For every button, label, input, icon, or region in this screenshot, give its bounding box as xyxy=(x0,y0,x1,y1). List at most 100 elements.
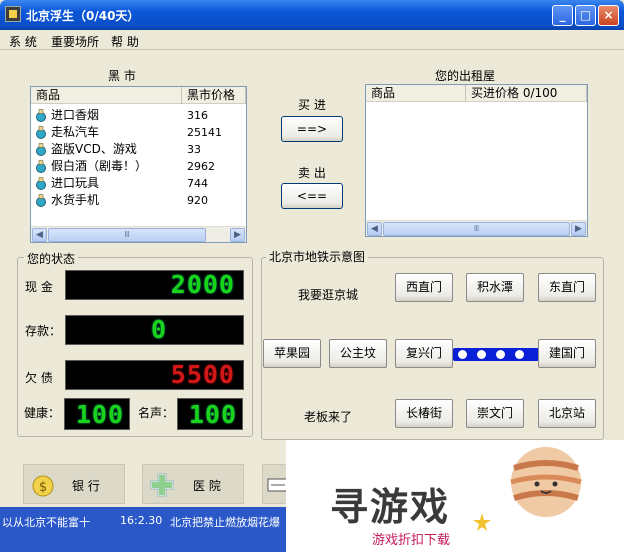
fame-value: 100 xyxy=(188,400,237,429)
station-pingguoyuan[interactable]: 苹果园 xyxy=(263,339,321,368)
debt-label: 欠 债 xyxy=(25,371,53,385)
scroll-thumb[interactable]: Ⅲ xyxy=(383,222,570,236)
horizontal-scrollbar[interactable]: ◀ Ⅲ ▶ xyxy=(366,220,587,236)
maximize-button[interactable]: □ xyxy=(575,5,596,26)
potion-icon xyxy=(36,143,46,156)
item-price: 2962 xyxy=(187,160,215,173)
station-xizhimen[interactable]: 西直门 xyxy=(395,273,453,302)
status-bar-time: 16:2.30 xyxy=(120,514,163,527)
scroll-left-icon[interactable]: ◀ xyxy=(367,222,382,236)
bank-button[interactable]: $ 银 行 xyxy=(23,464,125,504)
station-dongzhimen[interactable]: 东直门 xyxy=(538,273,596,302)
column-buy-price[interactable]: 买进价格 0/100 xyxy=(466,85,587,102)
app-icon xyxy=(5,6,21,22)
station-changchunjie[interactable]: 长椿街 xyxy=(395,399,453,428)
sell-button[interactable]: <== xyxy=(281,183,343,209)
bank-label: 银 行 xyxy=(72,479,100,493)
cash-label: 现 金 xyxy=(25,280,53,294)
health-label: 健康： xyxy=(24,406,61,420)
list-item[interactable]: 进口香烟 316 xyxy=(31,107,246,124)
potion-icon xyxy=(36,126,46,139)
station-jianguomen[interactable]: 建国门 xyxy=(538,339,596,368)
deposit-value: 0 xyxy=(150,315,167,344)
column-goods[interactable]: 商品 xyxy=(366,85,466,102)
health-display: 100 xyxy=(64,398,130,430)
rental-room-title: 您的出租屋 xyxy=(435,69,496,83)
cash-display: 2000 xyxy=(65,270,244,300)
sell-label: 卖 出 xyxy=(298,166,326,180)
fame-display: 100 xyxy=(177,398,243,430)
item-name: 盗版VCD、游戏 xyxy=(51,142,137,156)
planet-mascot-icon xyxy=(510,447,582,517)
deposit-display: 0 xyxy=(65,315,244,345)
list-item[interactable]: 进口玩具 744 xyxy=(31,175,246,192)
deposit-label: 存款： xyxy=(25,324,62,338)
buy-button[interactable]: ==> xyxy=(281,116,343,142)
fame-label: 名声： xyxy=(138,406,175,420)
station-jishuitan[interactable]: 积水潭 xyxy=(466,273,524,302)
item-name: 走私汽车 xyxy=(51,125,100,139)
minimize-button[interactable]: _ xyxy=(552,5,573,26)
black-market-header: 商品 黑市价格 xyxy=(31,87,246,104)
subway-prompt: 我要逛京城 xyxy=(298,288,359,302)
list-item[interactable]: 假白酒（剧毒！） 2962 xyxy=(31,158,246,175)
item-name: 进口玩具 xyxy=(51,176,100,190)
watermark-subtitle: 游戏折扣下载 xyxy=(372,533,451,548)
item-price: 316 xyxy=(187,109,208,122)
station-beijingzhan[interactable]: 北京站 xyxy=(538,399,596,428)
health-value: 100 xyxy=(75,400,124,429)
list-item[interactable]: 走私汽车 25141 xyxy=(31,124,246,141)
subway-map-title: 北京市地铁示意图 xyxy=(266,248,369,265)
potion-icon xyxy=(36,177,46,190)
item-name: 水货手机 xyxy=(51,193,100,207)
status-group-title: 您的状态 xyxy=(24,250,79,267)
window-title: 北京浮生（0/40天） xyxy=(26,9,140,23)
scroll-thumb[interactable]: Ⅲ xyxy=(48,228,206,242)
scroll-left-icon[interactable]: ◀ xyxy=(32,228,47,242)
potion-icon xyxy=(36,194,46,207)
debt-value: 5500 xyxy=(170,360,235,389)
column-black-price[interactable]: 黑市价格 xyxy=(182,87,246,104)
status-bar-text: 以从北京不能富十 xyxy=(2,516,90,529)
item-name: 假白酒（剧毒！） xyxy=(51,159,148,173)
hospital-button[interactable]: 医 院 xyxy=(142,464,244,504)
rental-room-header: 商品 买进价格 0/100 xyxy=(366,85,587,102)
item-price: 920 xyxy=(187,194,208,207)
scroll-right-icon[interactable]: ▶ xyxy=(230,228,245,242)
item-name: 进口香烟 xyxy=(51,108,100,122)
black-market-title: 黑 市 xyxy=(108,69,136,83)
horizontal-scrollbar[interactable]: ◀ Ⅲ ▶ xyxy=(31,226,246,242)
menu-important-places[interactable]: 重要场所 xyxy=(51,33,99,50)
black-market-list[interactable]: 商品 黑市价格 进口香烟 316 走私汽车 25141 盗版VCD、游戏 33 … xyxy=(30,86,247,243)
station-gongzhufen[interactable]: 公主坟 xyxy=(329,339,387,368)
list-item[interactable]: 水货手机 920 xyxy=(31,192,246,209)
money-icon: $ xyxy=(32,475,54,497)
watermark-title: 寻游戏 xyxy=(330,485,451,529)
debt-display: 5500 xyxy=(65,360,244,390)
metro-stop-dot xyxy=(458,350,467,359)
rental-room-list[interactable]: 商品 买进价格 0/100 ◀ Ⅲ ▶ xyxy=(365,84,588,237)
close-button[interactable]: × xyxy=(598,5,619,26)
menu-system[interactable]: 系 统 xyxy=(9,33,37,50)
potion-icon xyxy=(36,109,46,122)
metro-line-1 xyxy=(453,348,539,361)
metro-stop-dot xyxy=(477,350,486,359)
scroll-right-icon[interactable]: ▶ xyxy=(571,222,586,236)
item-price: 25141 xyxy=(187,126,222,139)
station-chongwenmen[interactable]: 崇文门 xyxy=(466,399,524,428)
svg-text:$: $ xyxy=(39,480,47,495)
column-goods[interactable]: 商品 xyxy=(31,87,182,104)
item-price: 33 xyxy=(187,143,201,156)
hospital-cross-icon xyxy=(150,473,174,497)
metro-stop-dot xyxy=(515,350,524,359)
buy-label: 买 进 xyxy=(298,98,326,112)
star-icon xyxy=(473,513,491,531)
status-bar-news: 北京把禁止燃放烟花爆 xyxy=(170,516,280,529)
item-price: 744 xyxy=(187,177,208,190)
cash-value: 2000 xyxy=(170,270,235,299)
potion-icon xyxy=(36,160,46,173)
list-item[interactable]: 盗版VCD、游戏 33 xyxy=(31,141,246,158)
station-fuxingmen[interactable]: 复兴门 xyxy=(395,339,453,368)
metro-stop-dot xyxy=(496,350,505,359)
menu-help[interactable]: 帮 助 xyxy=(111,33,139,50)
